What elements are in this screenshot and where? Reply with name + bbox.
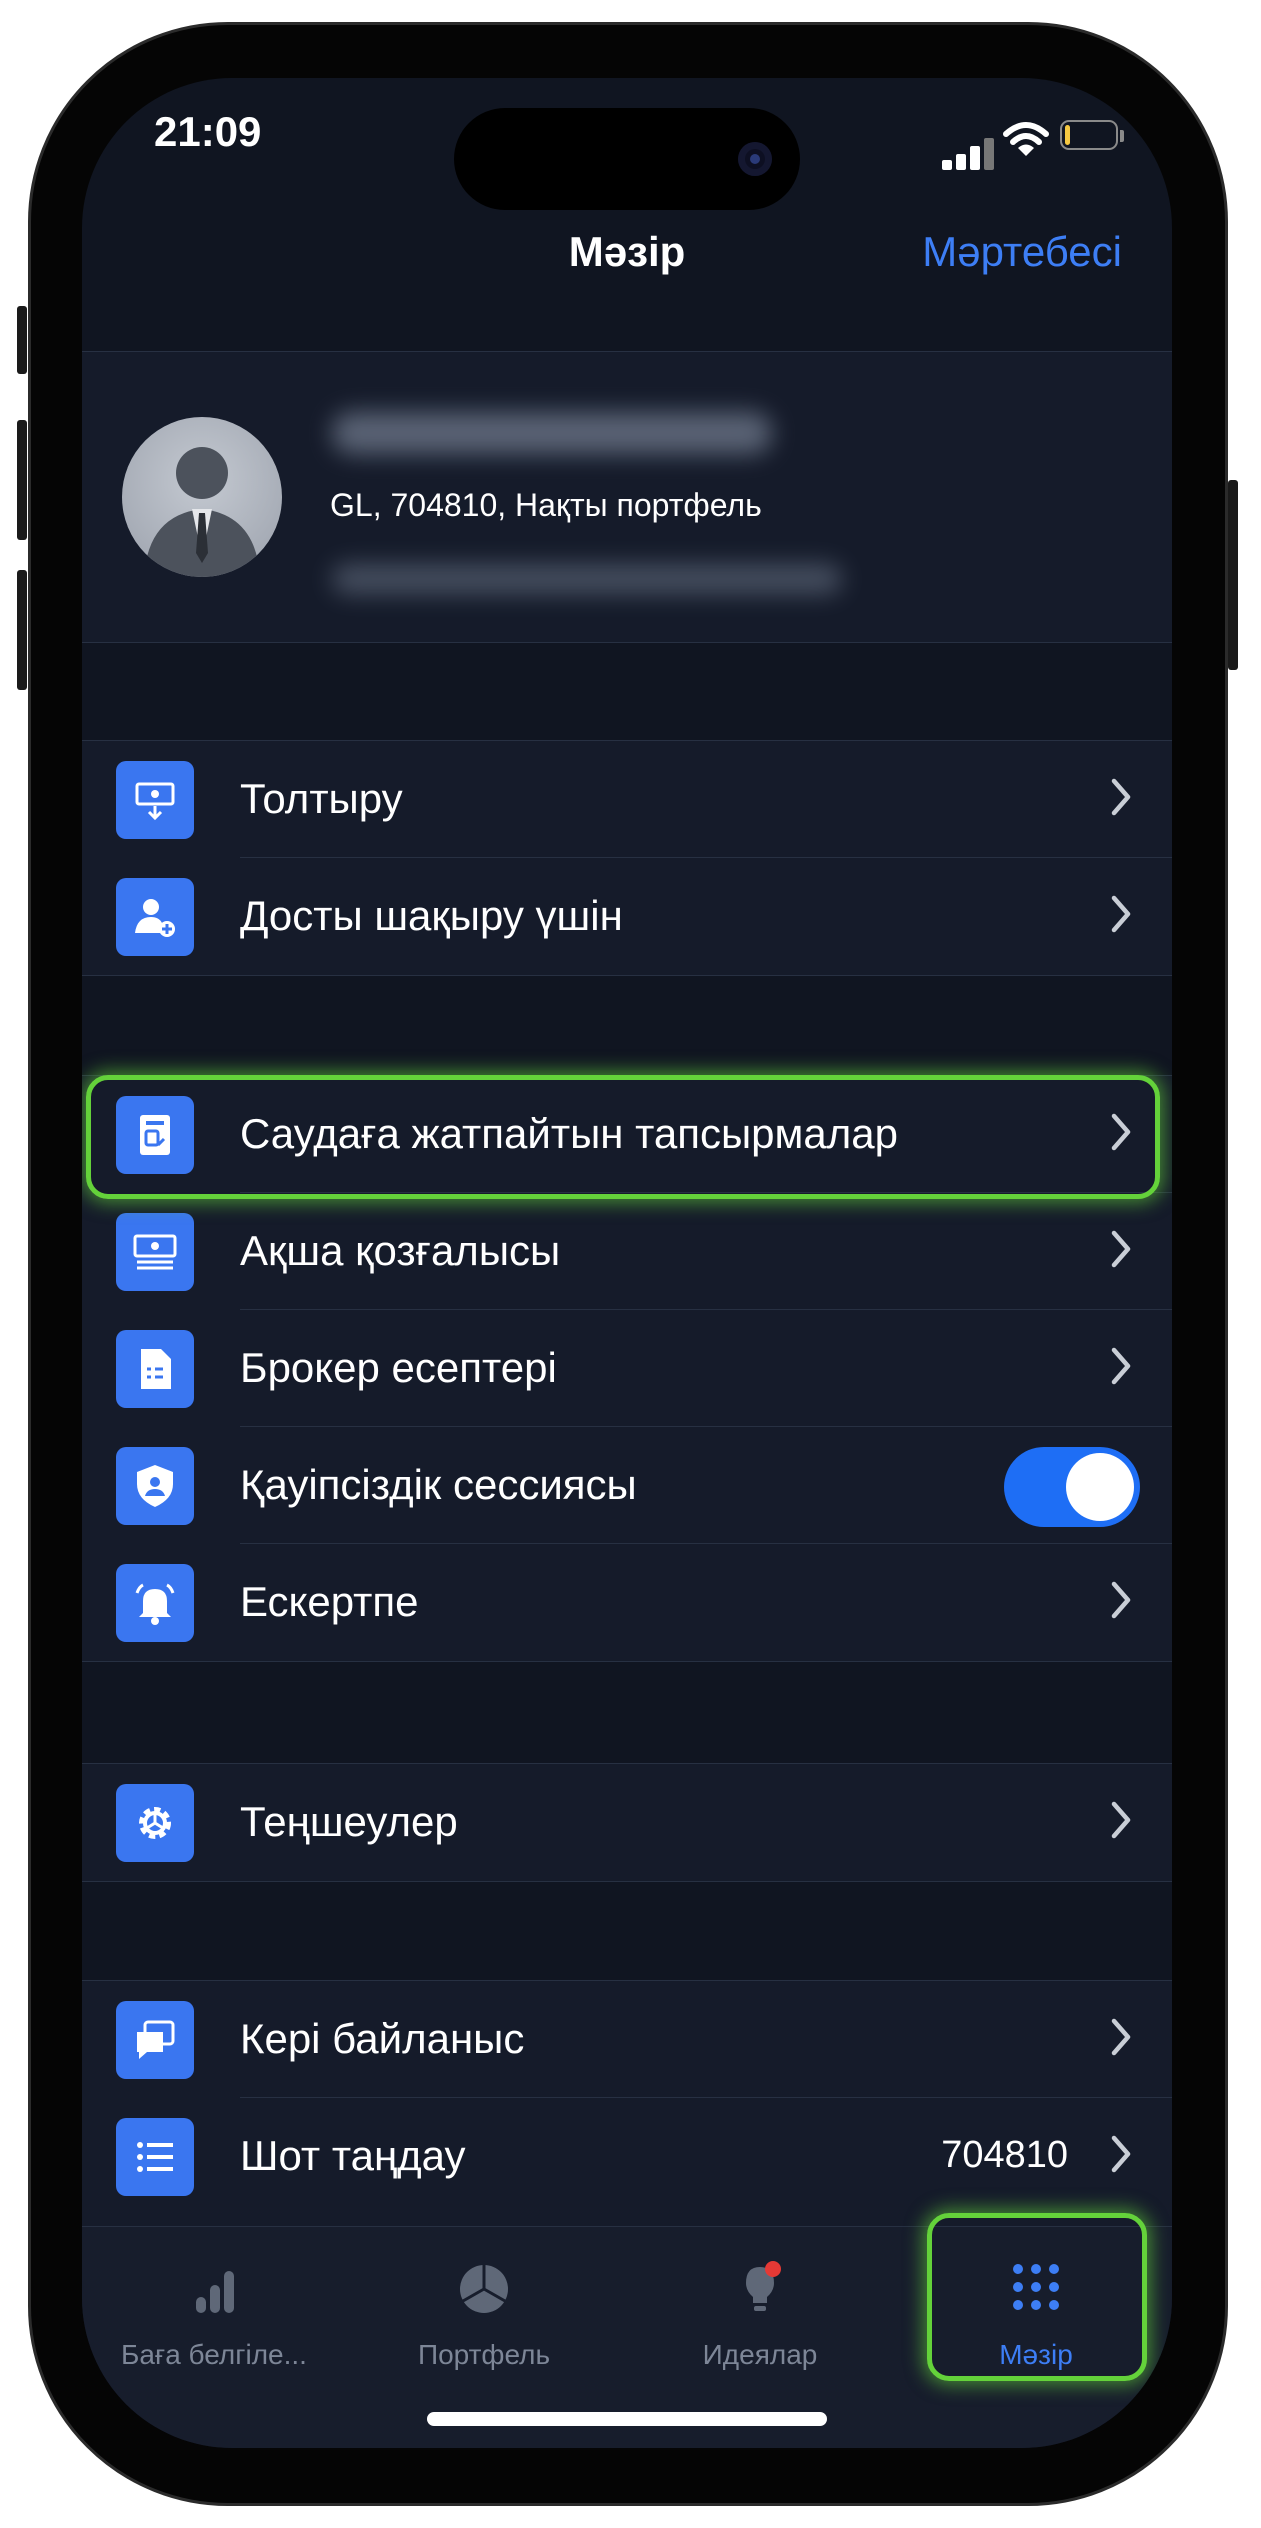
account-info: GL, 704810, Нақты портфель [330,487,762,523]
person-silhouette-icon [144,447,260,577]
menu-item-deposit[interactable]: Толтыру [82,741,1172,858]
menu-group-funding: Толтыру Досты шақыру үшін [82,740,1172,976]
chevron-right-icon [1111,1347,1131,1385]
profile-card[interactable]: GL, 704810, Нақты портфель [82,351,1172,643]
battery-level [1065,125,1070,145]
menu-item-label: Досты шақыру үшін [240,892,623,939]
menu-item-settings[interactable]: Теңшеулер [82,1764,1172,1881]
menu-group-settings: Теңшеулер [82,1763,1172,1882]
battery-icon [1060,120,1118,150]
action-button [17,306,27,374]
blurred-user-name [332,412,772,454]
power-button [1228,480,1238,670]
volume-up-button [17,420,27,540]
selected-account-number: 704810 [941,2134,1068,2176]
tab-portfolio[interactable]: Портфель [354,2249,614,2389]
chevron-right-icon [1111,1581,1131,1619]
gear-icon [116,1784,194,1862]
menu-item-broker-reports[interactable]: Брокер есептері [82,1310,1172,1427]
tab-label: Портфель [417,2339,551,2370]
battery-cap [1120,130,1124,142]
home-indicator [427,2412,827,2426]
menu-item-label: Ақша қозғалысы [240,1227,561,1274]
menu-item-label: Шот таңдау [240,2132,466,2179]
security-session-toggle[interactable] [1004,1447,1140,1527]
blurred-user-email [332,564,842,594]
menu-item-label: Теңшеулер [240,1798,458,1845]
chevron-right-icon [1111,2018,1131,2056]
chevron-right-icon [1111,1230,1131,1268]
avatar [122,417,282,577]
chevron-right-icon [1111,778,1131,816]
bell-icon [116,1564,194,1642]
list-icon [116,2118,194,2196]
report-icon [116,1330,194,1408]
chevron-right-icon [1111,1801,1131,1839]
pie-chart-icon [460,2265,508,2313]
signal-icon [942,138,994,170]
chat-icon [116,2001,194,2079]
dynamic-island [454,108,800,210]
money-icon [116,1213,194,1291]
menu-item-label: Брокер есептері [240,1344,557,1391]
bar-chart-icon [196,2271,234,2313]
status-link[interactable]: Мәртебесі [922,228,1122,276]
shield-icon [116,1447,194,1525]
highlight-menu-tab [927,2213,1147,2381]
menu-group-misc: Кері байланыс Шот таңдау 704810 [82,1980,1172,2242]
menu-item-label: Ескертпе [240,1578,419,1625]
tab-quotes[interactable]: Баға белгіле... [84,2249,344,2389]
invite-friend-icon [116,878,194,956]
wifi-icon [1003,122,1049,156]
tab-label: Баға белгіле... [121,2339,307,2370]
menu-item-label: Толтыру [240,775,403,822]
menu-item-security-session: Қауіпсіздік сессиясы [82,1427,1172,1544]
lightbulb-icon [746,2261,781,2311]
toggle-knob [1066,1453,1134,1521]
camera-icon [738,142,772,176]
menu-item-money-movement[interactable]: Ақша қозғалысы [82,1193,1172,1310]
chevron-right-icon [1111,895,1131,933]
status-time: 21:09 [154,108,262,155]
app-screen: 21:09 Мәзір Мәртебесі GL, 704810, Нақты … [82,78,1172,2448]
menu-item-label: Қауіпсіздік сессиясы [240,1461,637,1508]
menu-item-select-account[interactable]: Шот таңдау 704810 [82,2098,1172,2215]
menu-item-notifications[interactable]: Ескертпе [82,1544,1172,1661]
deposit-icon [116,761,194,839]
notification-badge [765,2261,781,2277]
menu-item-label: Кері байланыс [240,2015,525,2062]
volume-down-button [17,570,27,690]
menu-item-invite-friend[interactable]: Досты шақыру үшін [82,858,1172,975]
menu-item-feedback[interactable]: Кері байланыс [82,1981,1172,2098]
highlight-non-trading-orders [86,1075,1160,1199]
tab-ideas[interactable]: Идеялар [630,2249,890,2389]
tab-label: Идеялар [702,2339,818,2370]
chevron-right-icon [1111,2135,1131,2173]
